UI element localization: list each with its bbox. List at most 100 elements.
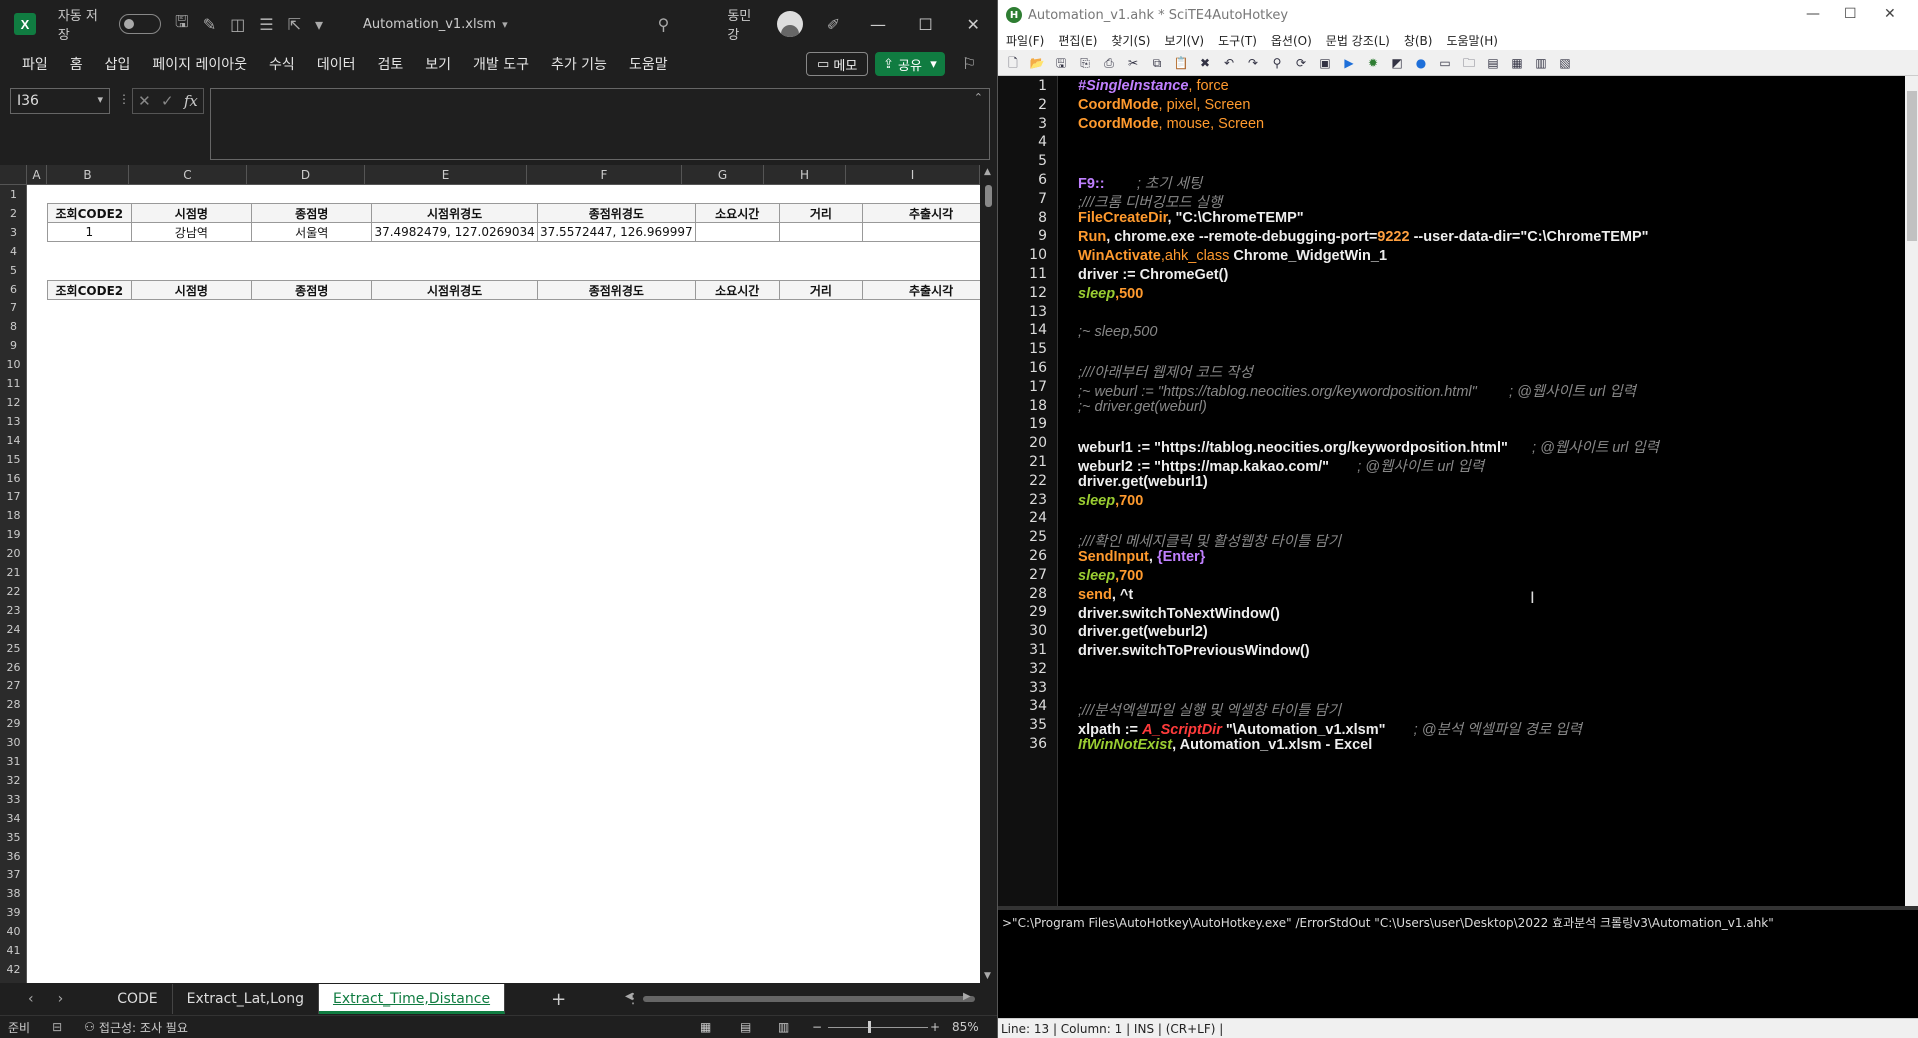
undo-icon[interactable]: ↶ bbox=[1220, 54, 1238, 72]
zoom-slider-thumb[interactable] bbox=[868, 1021, 871, 1033]
close-icon[interactable]: ✕ bbox=[949, 15, 997, 34]
header-cell[interactable]: 시점명 bbox=[130, 280, 253, 300]
menu-language[interactable]: 문법 강조(L) bbox=[1326, 32, 1390, 49]
header-cell[interactable]: 종점명 bbox=[251, 203, 373, 223]
settings-icon[interactable]: ▦ bbox=[1508, 54, 1526, 72]
scroll-thumb[interactable] bbox=[1907, 91, 1917, 241]
header-cell[interactable]: 소요시간 bbox=[694, 203, 780, 223]
row-header[interactable]: 9 bbox=[0, 336, 27, 355]
row-header[interactable]: 12 bbox=[0, 393, 27, 412]
header-cell[interactable]: 종점위경도 bbox=[536, 203, 696, 223]
row-header[interactable]: 18 bbox=[0, 506, 27, 525]
tab-home[interactable]: 홈 bbox=[70, 54, 83, 74]
feedback-icon[interactable]: ⚐ bbox=[962, 54, 976, 73]
menu-search[interactable]: 찾기(S) bbox=[1111, 32, 1150, 49]
menu-tools[interactable]: 도구(T) bbox=[1218, 32, 1257, 49]
row-header[interactable]: 30 bbox=[0, 733, 27, 752]
zoom-out-icon[interactable]: − bbox=[812, 1020, 822, 1034]
autosave-toggle[interactable] bbox=[119, 14, 162, 34]
scroll-right-icon[interactable]: ▶ bbox=[963, 991, 971, 1002]
row-header[interactable]: 28 bbox=[0, 695, 27, 714]
camera-icon[interactable]: ◫ bbox=[230, 15, 245, 34]
row-header[interactable]: 38 bbox=[0, 884, 27, 903]
col-header[interactable]: D bbox=[247, 165, 365, 185]
help-icon[interactable]: ● bbox=[1412, 54, 1430, 72]
code-editor[interactable]: 1 2 3 4 5 6 7 8 9 10 11 12 13 14 15 16 17 18 19 20 21 22 23 24 2… bbox=[998, 76, 1918, 906]
avatar[interactable] bbox=[777, 11, 803, 37]
row-header[interactable]: 13 bbox=[0, 412, 27, 431]
scroll-thumb[interactable] bbox=[985, 185, 992, 207]
menu-buffers[interactable]: 창(B) bbox=[1404, 32, 1433, 49]
window-spy-icon[interactable]: ◩ bbox=[1388, 54, 1406, 72]
accessibility-status[interactable]: 접근성: 조사 필요 bbox=[99, 1019, 188, 1036]
share-button[interactable]: ⇪ 공유 ▾ bbox=[875, 52, 945, 76]
next-sheet-icon[interactable]: › bbox=[58, 991, 64, 1007]
tab-addins[interactable]: 추가 기능 bbox=[551, 54, 607, 74]
header-cell[interactable]: 시점명 bbox=[130, 203, 253, 223]
row-header[interactable]: 24 bbox=[0, 620, 27, 639]
normal-view-icon[interactable]: ▦ bbox=[700, 1020, 711, 1034]
col-header[interactable]: E bbox=[365, 165, 527, 185]
compile-icon[interactable]: ▣ bbox=[1316, 54, 1334, 72]
row-header[interactable]: 14 bbox=[0, 431, 27, 450]
tab-view[interactable]: 보기 bbox=[425, 54, 451, 74]
scroll-up-icon[interactable]: ▲ bbox=[984, 167, 991, 177]
row-header[interactable]: 5 bbox=[0, 261, 27, 280]
row-header[interactable]: 20 bbox=[0, 544, 27, 563]
select-icon[interactable]: ⇱ bbox=[288, 15, 301, 34]
output-pane[interactable]: >"C:\Program Files\AutoHotkey\AutoHotkey… bbox=[998, 906, 1918, 1018]
row-header[interactable]: 19 bbox=[0, 525, 27, 544]
header-cell[interactable]: 거리 bbox=[778, 280, 864, 300]
row-header[interactable]: 34 bbox=[0, 809, 27, 828]
data-cell[interactable]: 서울역 bbox=[251, 222, 373, 242]
delete-icon[interactable]: ✖ bbox=[1196, 54, 1214, 72]
header-cell[interactable]: 추출시각 bbox=[862, 203, 980, 223]
zoom-level[interactable]: 85% bbox=[952, 1020, 979, 1034]
header-cell[interactable]: 종점명 bbox=[251, 280, 373, 300]
replace-icon[interactable]: ⟳ bbox=[1292, 54, 1310, 72]
row-header[interactable]: 10 bbox=[0, 355, 27, 374]
header-cell[interactable]: 거리 bbox=[778, 203, 864, 223]
redo-icon[interactable]: ↷ bbox=[1244, 54, 1262, 72]
check-icon[interactable]: ✓ bbox=[161, 92, 174, 110]
search-icon[interactable]: ⚲ bbox=[658, 15, 670, 34]
tab-page-layout[interactable]: 페이지 레이아웃 bbox=[152, 54, 247, 74]
save-icon[interactable]: 🖫 bbox=[1052, 54, 1070, 72]
tab-insert[interactable]: 삽입 bbox=[105, 54, 131, 74]
user-name[interactable]: 동민 강 bbox=[727, 5, 767, 43]
format-painter-icon[interactable]: ✎ bbox=[203, 15, 216, 34]
zoom-in-icon[interactable]: + bbox=[930, 1020, 940, 1034]
menu-file[interactable]: 파일(F) bbox=[1006, 32, 1044, 49]
row-header[interactable]: 2 bbox=[0, 204, 27, 223]
formula-input[interactable]: ⌃ bbox=[210, 88, 990, 160]
row-header[interactable]: 35 bbox=[0, 828, 27, 847]
copy-icon[interactable]: ⧉ bbox=[1148, 54, 1166, 72]
close-icon[interactable]: ✕ bbox=[1884, 6, 1896, 22]
add-sheet-button[interactable]: + bbox=[551, 989, 566, 1010]
code-area[interactable]: #SingleInstance, force CoordMode, pixel,… bbox=[1078, 76, 1898, 906]
data-cell[interactable]: 37.5572447, 126.969997 bbox=[536, 222, 696, 242]
cells[interactable]: 조회CODE2 시점명 종점명 시점위경도 종점위경도 소요시간 거리 추출시각… bbox=[27, 185, 980, 983]
row-header[interactable]: 40 bbox=[0, 922, 27, 941]
customize-toolbar-icon[interactable]: ▾ bbox=[315, 15, 323, 34]
minimize-icon[interactable]: — bbox=[1806, 6, 1820, 22]
header-cell[interactable]: 소요시간 bbox=[694, 280, 780, 300]
collapse-icon[interactable]: ⌃ bbox=[974, 91, 983, 104]
pen-icon[interactable]: ✐ bbox=[827, 15, 840, 34]
menu-help[interactable]: 도움말(H) bbox=[1446, 32, 1498, 49]
row-header[interactable]: 32 bbox=[0, 771, 27, 790]
scroll-down-icon[interactable]: ▼ bbox=[984, 971, 991, 981]
row-header[interactable]: 17 bbox=[0, 487, 27, 506]
data-cell[interactable]: 1 bbox=[47, 222, 132, 242]
row-header[interactable]: 15 bbox=[0, 450, 27, 469]
minimize-icon[interactable]: — bbox=[854, 15, 902, 34]
tab-review[interactable]: 검토 bbox=[377, 54, 403, 74]
row-header[interactable]: 36 bbox=[0, 847, 27, 866]
prev-sheet-icon[interactable]: ‹ bbox=[28, 991, 34, 1007]
open-icon[interactable]: 📂 bbox=[1028, 54, 1046, 72]
memo-button[interactable]: ▭ 메모 bbox=[806, 52, 869, 76]
row-header[interactable]: 26 bbox=[0, 658, 27, 677]
save-icon[interactable]: 🖫 bbox=[175, 11, 189, 38]
header-cell[interactable]: 시점위경도 bbox=[371, 280, 538, 300]
paste-icon[interactable]: 📋 bbox=[1172, 54, 1190, 72]
